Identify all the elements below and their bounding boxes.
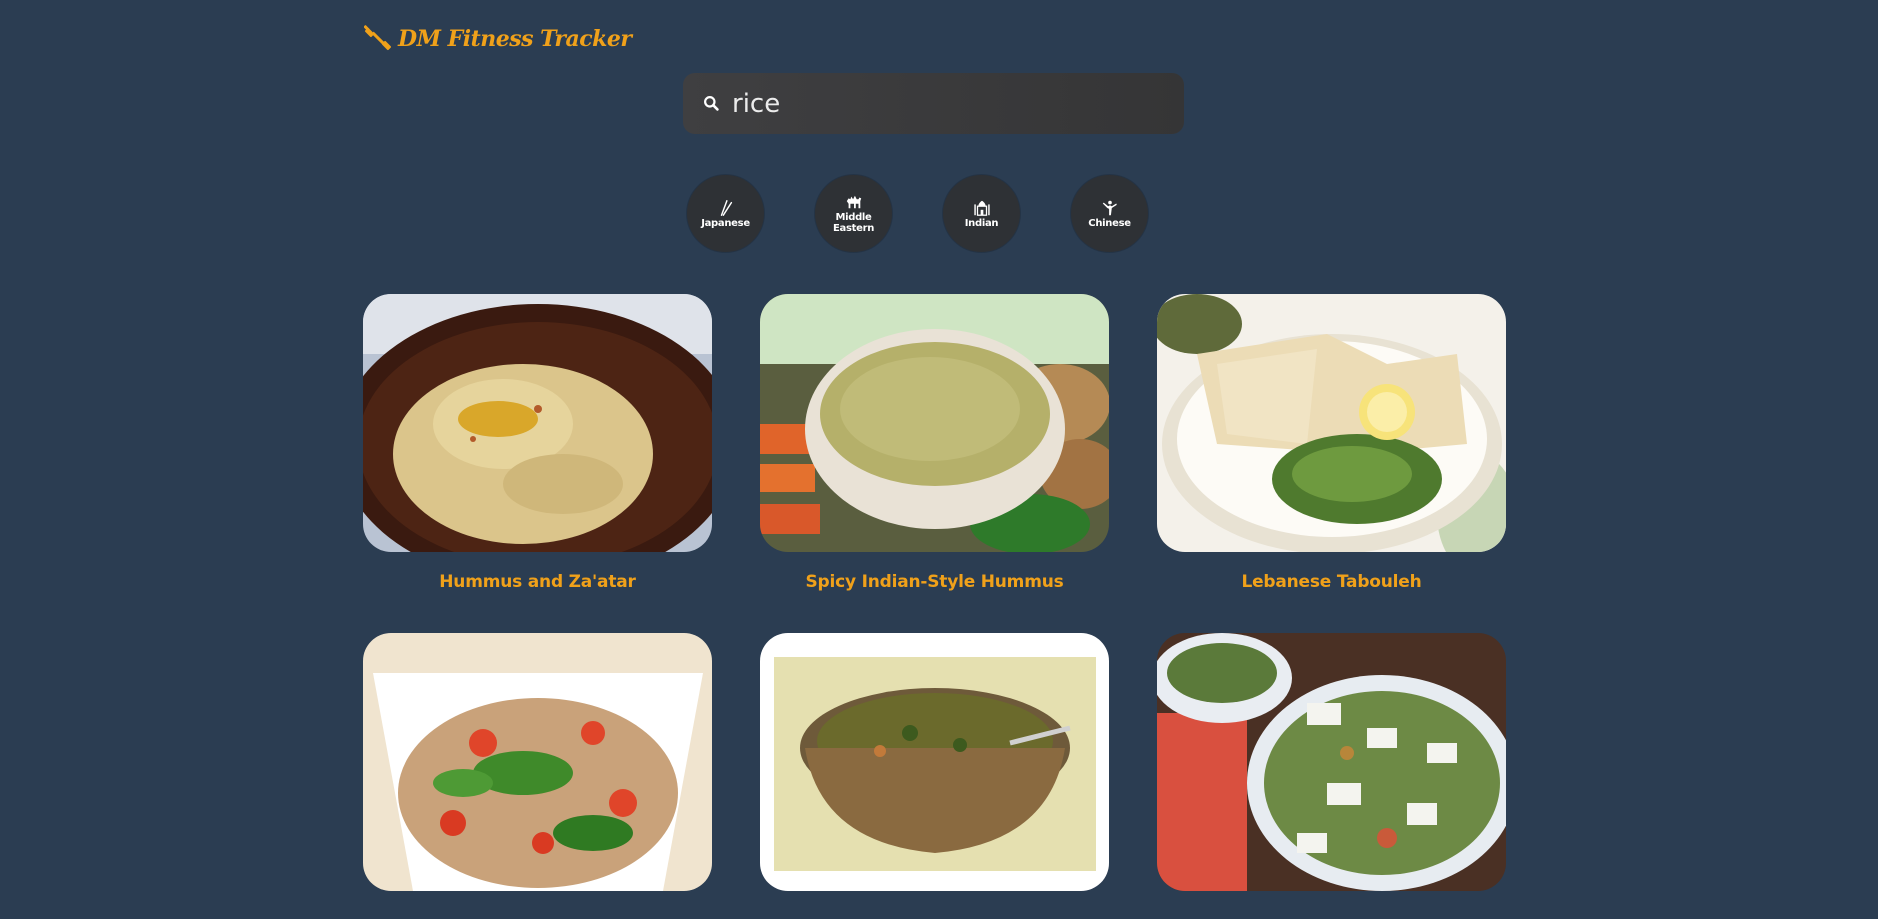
recipe-card[interactable]: Hummus and Za'atar bbox=[363, 294, 712, 593]
cuisine-label: Indian bbox=[964, 217, 999, 229]
recipe-card[interactable]: Spicy Indian-Style Hummus bbox=[760, 294, 1109, 593]
cuisine-filter-japanese[interactable]: Japanese bbox=[687, 175, 764, 252]
recipe-card[interactable] bbox=[760, 633, 1109, 919]
cuisine-label: Japanese bbox=[701, 217, 750, 229]
cuisine-label: Chinese bbox=[1088, 217, 1131, 229]
recipe-title[interactable]: Hummus and Za'atar bbox=[363, 572, 712, 593]
cuisine-label: Middle Eastern bbox=[832, 212, 875, 234]
app-logo[interactable]: DM Fitness Tracker bbox=[364, 24, 632, 54]
recipe-title[interactable]: Spicy Indian-Style Hummus bbox=[760, 572, 1109, 593]
cuisine-filter-middle-eastern[interactable]: Middle Eastern bbox=[815, 175, 892, 252]
cuisine-filter-indian[interactable]: Indian bbox=[943, 175, 1020, 252]
recipe-card[interactable] bbox=[1157, 633, 1506, 919]
recipe-image[interactable] bbox=[1157, 294, 1506, 552]
recipe-title[interactable] bbox=[363, 911, 712, 919]
chopsticks-icon bbox=[720, 199, 732, 216]
kung-fu-icon bbox=[1102, 200, 1117, 215]
app-title: DM Fitness Tracker bbox=[398, 26, 632, 52]
recipe-card[interactable] bbox=[363, 633, 712, 919]
recipe-image[interactable] bbox=[363, 633, 712, 891]
cuisine-filter-list: Japanese Middle Eastern Indian Chinese bbox=[687, 175, 1148, 252]
taj-mahal-icon bbox=[973, 200, 990, 216]
recipe-card[interactable]: Lebanese Tabouleh bbox=[1157, 294, 1506, 593]
recipe-image[interactable] bbox=[363, 294, 712, 552]
camel-icon bbox=[846, 195, 861, 209]
recipe-image[interactable] bbox=[760, 633, 1109, 891]
search-bar[interactable] bbox=[683, 73, 1184, 134]
recipe-image[interactable] bbox=[1157, 633, 1506, 891]
recipe-title[interactable]: Lebanese Tabouleh bbox=[1157, 572, 1506, 593]
recipe-grid: Hummus and Za'atar Spicy Indian-Style Hu… bbox=[363, 294, 1506, 919]
recipe-title[interactable] bbox=[1157, 911, 1506, 919]
dumbbell-icon bbox=[364, 25, 392, 51]
search-icon bbox=[699, 92, 723, 116]
recipe-image[interactable] bbox=[760, 294, 1109, 552]
search-input[interactable] bbox=[732, 88, 1152, 119]
recipe-title[interactable] bbox=[760, 911, 1109, 919]
cuisine-filter-chinese[interactable]: Chinese bbox=[1071, 175, 1148, 252]
